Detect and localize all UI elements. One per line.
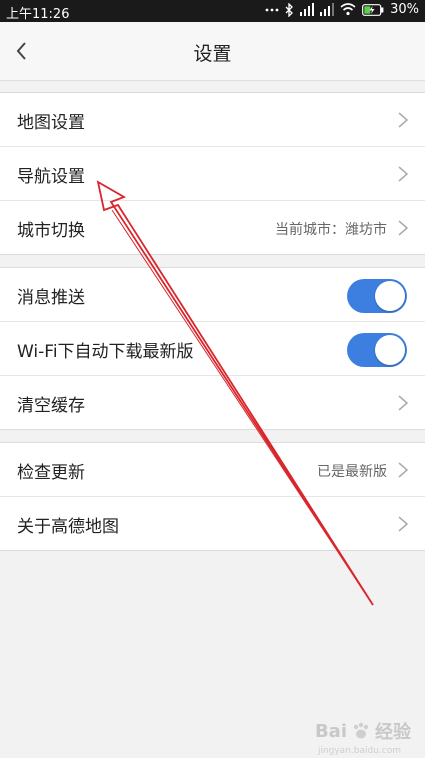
row-label: 消息推送 [17,288,85,308]
chevron-right-icon [398,395,409,411]
row-label: 城市切换 [17,221,85,241]
row-push-messages: 消息推送 [0,268,425,322]
row-map-settings[interactable]: 地图设置 [0,93,425,147]
status-icons: 30% [265,2,419,17]
status-time: 上午11:26 [6,7,70,22]
row-about-amap[interactable]: 关于高德地图 [0,497,425,550]
watermark-brand-cn: 经验 [375,722,411,743]
chevron-right-icon [398,462,409,478]
row-label: 清空缓存 [17,396,85,416]
current-city-value: 当前城市：潍坊市 [275,222,387,238]
watermark-brand: Bai [314,720,347,742]
row-check-update[interactable]: 检查更新 已是最新版 [0,443,425,497]
baidu-watermark: Bai 经验 jingyan.baidu.com [314,718,411,757]
toggle-knob [375,281,405,311]
page-title: 设置 [193,43,232,65]
battery-charging-icon [362,3,384,16]
row-wifi-auto-download: Wi-Fi下自动下载最新版 [0,322,425,376]
update-status-value: 已是最新版 [317,464,387,480]
row-clear-cache[interactable]: 清空缓存 [0,376,425,429]
toggle-knob [375,335,405,365]
chevron-right-icon [398,516,409,532]
settings-group-map: 地图设置 导航设置 城市切换 当前城市：潍坊市 [0,92,425,255]
dots-icon [265,8,279,11]
chevron-right-icon [398,220,409,236]
settings-group-general: 消息推送 Wi-Fi下自动下载最新版 清空缓存 [0,267,425,430]
paw-icon [353,722,369,739]
row-navigation-settings[interactable]: 导航设置 [0,147,425,201]
settings-group-about: 检查更新 已是最新版 关于高德地图 [0,442,425,551]
wifi-auto-download-toggle[interactable] [347,333,407,367]
row-label: Wi-Fi下自动下载最新版 [17,342,194,362]
row-label: 关于高德地图 [17,517,119,537]
row-label: 地图设置 [17,113,85,133]
wifi-icon [340,3,356,16]
bluetooth-icon [285,2,294,17]
watermark-url: jingyan.baidu.com [317,746,401,756]
signal-icon [300,3,315,16]
row-label: 检查更新 [17,463,85,483]
chevron-right-icon [398,166,409,182]
battery-percent: 30% [390,2,419,17]
push-messages-toggle[interactable] [347,279,407,313]
nav-bar: 设置 [0,22,425,81]
signal-icon-2 [320,3,335,16]
row-label: 导航设置 [17,167,85,187]
row-city-switch[interactable]: 城市切换 当前城市：潍坊市 [0,201,425,254]
chevron-right-icon [398,112,409,128]
status-bar: 上午11:26 30% [0,0,425,22]
